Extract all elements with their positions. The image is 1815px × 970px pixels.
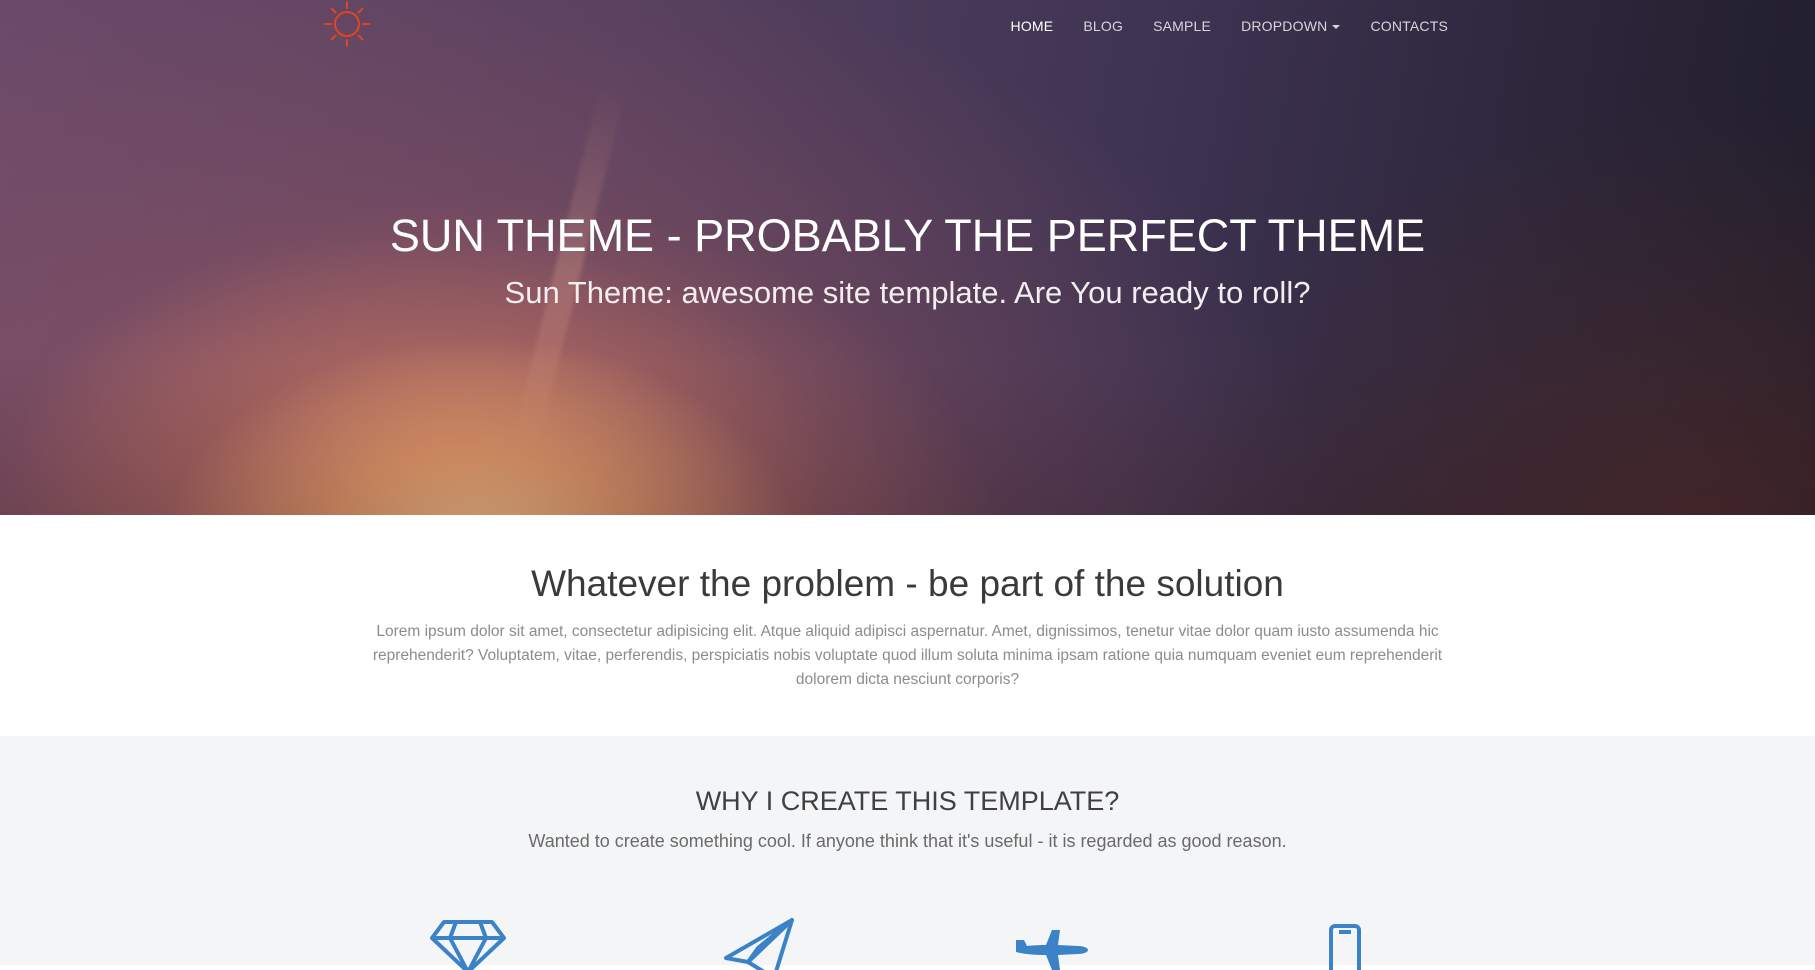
- hero-light-streak: [509, 82, 627, 458]
- hero-section: HOME BLOG SAMPLE DROPDOWN CONTACTS SUN T…: [0, 0, 1815, 515]
- jet-icon: [1016, 930, 1088, 970]
- sun-logo-icon[interactable]: [322, 0, 372, 48]
- nav-item-blog[interactable]: BLOG: [1068, 0, 1138, 52]
- intro-body: Lorem ipsum dolor sit amet, consectetur …: [372, 623, 1443, 688]
- nav-item-dropdown[interactable]: DROPDOWN: [1226, 0, 1355, 52]
- features-lead: Wanted to create something cool. If anyo…: [528, 831, 1287, 851]
- features-heading: WHY I CREATE THIS TEMPLATE?: [695, 786, 1120, 816]
- intro-heading: Whatever the problem - be part of the so…: [531, 563, 1284, 604]
- nav-item-home[interactable]: HOME: [996, 0, 1069, 52]
- caret-down-icon: [1332, 25, 1341, 30]
- hero-subtitle: Sun Theme: awesome site template. Are Yo…: [504, 275, 1311, 310]
- nav-item-contacts[interactable]: CONTACTS: [1355, 0, 1463, 52]
- intro-section: Whatever the problem - be part of the so…: [0, 515, 1815, 736]
- nav-item-sample[interactable]: SAMPLE: [1138, 0, 1226, 52]
- paper-plane-icon: [724, 918, 794, 970]
- features-section: WHY I CREATE THIS TEMPLATE? Wanted to cr…: [0, 736, 1815, 965]
- main-nav: HOME BLOG SAMPLE DROPDOWN CONTACTS: [996, 0, 1463, 52]
- navbar: HOME BLOG SAMPLE DROPDOWN CONTACTS: [0, 0, 1815, 52]
- mobile-phone-icon: [1329, 924, 1361, 970]
- nav-item-dropdown-label: DROPDOWN: [1241, 18, 1328, 34]
- diamond-icon: [430, 920, 506, 970]
- hero-title: SUN THEME - PROBABLY THE PERFECT THEME: [389, 210, 1426, 261]
